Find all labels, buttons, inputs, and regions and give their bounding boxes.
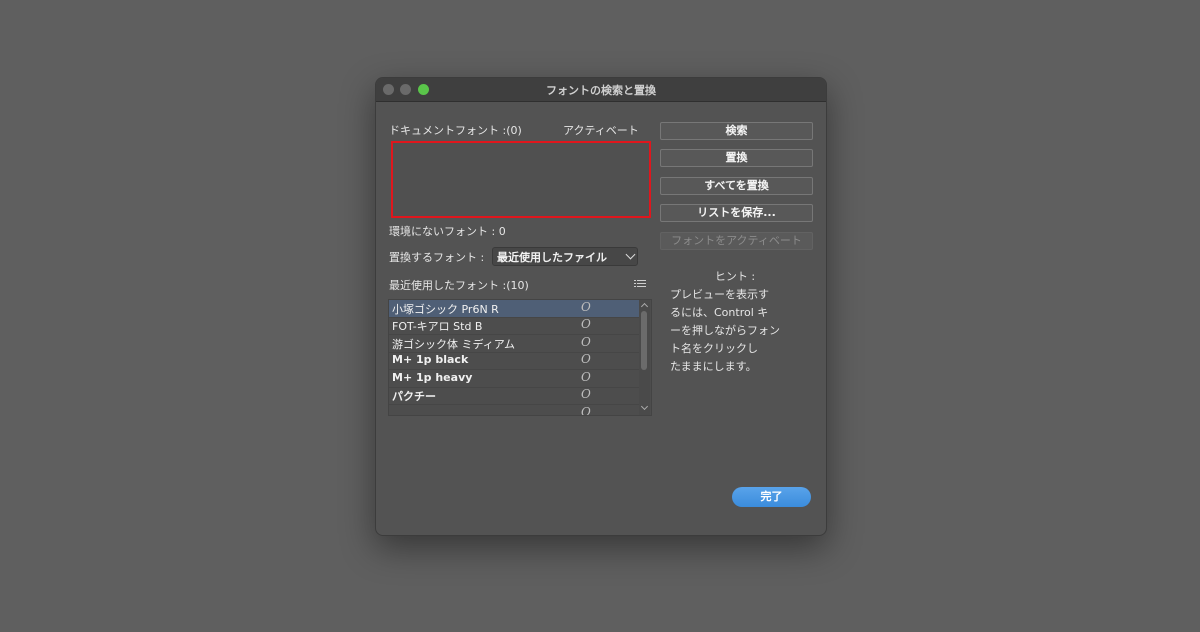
- vertical-scrollbar[interactable]: [639, 300, 650, 415]
- done-button[interactable]: 完了: [732, 487, 811, 507]
- list-item[interactable]: FOT-キアロ Std B O: [389, 317, 639, 335]
- find-button[interactable]: 検索: [660, 122, 813, 140]
- opentype-icon: O: [581, 317, 591, 331]
- hint-text: ヒント : プレビューを表示す るには、Control キ ーを押しながらフォン…: [670, 268, 800, 376]
- scroll-up-icon[interactable]: [640, 302, 649, 311]
- recent-fonts-label: 最近使用したフォント :(10): [389, 279, 529, 292]
- document-fonts-label: ドキュメントフォント :(0): [389, 124, 522, 137]
- list-options-icon[interactable]: [634, 279, 646, 289]
- save-list-button[interactable]: リストを保存...: [660, 204, 813, 222]
- opentype-icon: O: [581, 387, 591, 401]
- title-bar[interactable]: フォントの検索と置換: [376, 78, 826, 102]
- recent-fonts-list[interactable]: 小塚ゴシック Pr6N R O FOT-キアロ Std B O 游ゴシック体 ミ…: [388, 299, 652, 416]
- hint-line: たままにします。: [670, 360, 757, 373]
- missing-fonts-label: 環境にないフォント : 0: [389, 225, 506, 238]
- opentype-icon: O: [581, 405, 591, 416]
- hint-line: るには、Control キ: [670, 306, 769, 319]
- chevron-down-icon: [625, 249, 636, 260]
- font-name: パクチー: [392, 390, 436, 403]
- scroll-thumb[interactable]: [641, 311, 647, 370]
- hint-line: ト名をクリックし: [670, 342, 758, 355]
- list-item[interactable]: O: [389, 405, 639, 416]
- opentype-icon: O: [581, 335, 591, 349]
- opentype-icon: O: [581, 352, 591, 366]
- hint-line: ーを押しながらフォン: [670, 324, 780, 337]
- replace-with-label: 置換するフォント :: [389, 251, 485, 264]
- activate-font-button[interactable]: フォントをアクティベート: [660, 232, 813, 250]
- document-fonts-list[interactable]: [391, 141, 651, 218]
- replace-button[interactable]: 置換: [660, 149, 813, 167]
- replace-with-dropdown[interactable]: 最近使用したファイル: [492, 247, 638, 266]
- scroll-down-icon[interactable]: [640, 402, 649, 411]
- replace-with-selected: 最近使用したファイル: [497, 251, 607, 264]
- list-item[interactable]: 小塚ゴシック Pr6N R O: [389, 300, 639, 318]
- opentype-icon: O: [581, 370, 591, 384]
- font-name: 小塚ゴシック Pr6N R: [392, 303, 499, 316]
- font-name: FOT-キアロ Std B: [392, 320, 483, 333]
- list-item[interactable]: M+ 1p black O: [389, 352, 639, 370]
- find-replace-font-dialog: フォントの検索と置換 ドキュメントフォント :(0) アクティベート 環境にない…: [375, 77, 827, 536]
- window-title: フォントの検索と置換: [546, 84, 656, 97]
- replace-all-button[interactable]: すべてを置換: [660, 177, 813, 195]
- hint-title: ヒント :: [714, 270, 756, 283]
- list-item[interactable]: M+ 1p heavy O: [389, 370, 639, 388]
- font-name: M+ 1p black: [392, 353, 469, 366]
- list-item[interactable]: パクチー O: [389, 387, 639, 405]
- activate-column-header: アクティベート: [563, 124, 639, 137]
- hint-line: プレビューを表示す: [670, 288, 769, 301]
- font-name: 游ゴシック体 ミディアム: [392, 338, 515, 351]
- font-name: M+ 1p heavy: [392, 371, 473, 384]
- list-item[interactable]: 游ゴシック体 ミディアム O: [389, 335, 639, 353]
- opentype-icon: O: [581, 300, 591, 314]
